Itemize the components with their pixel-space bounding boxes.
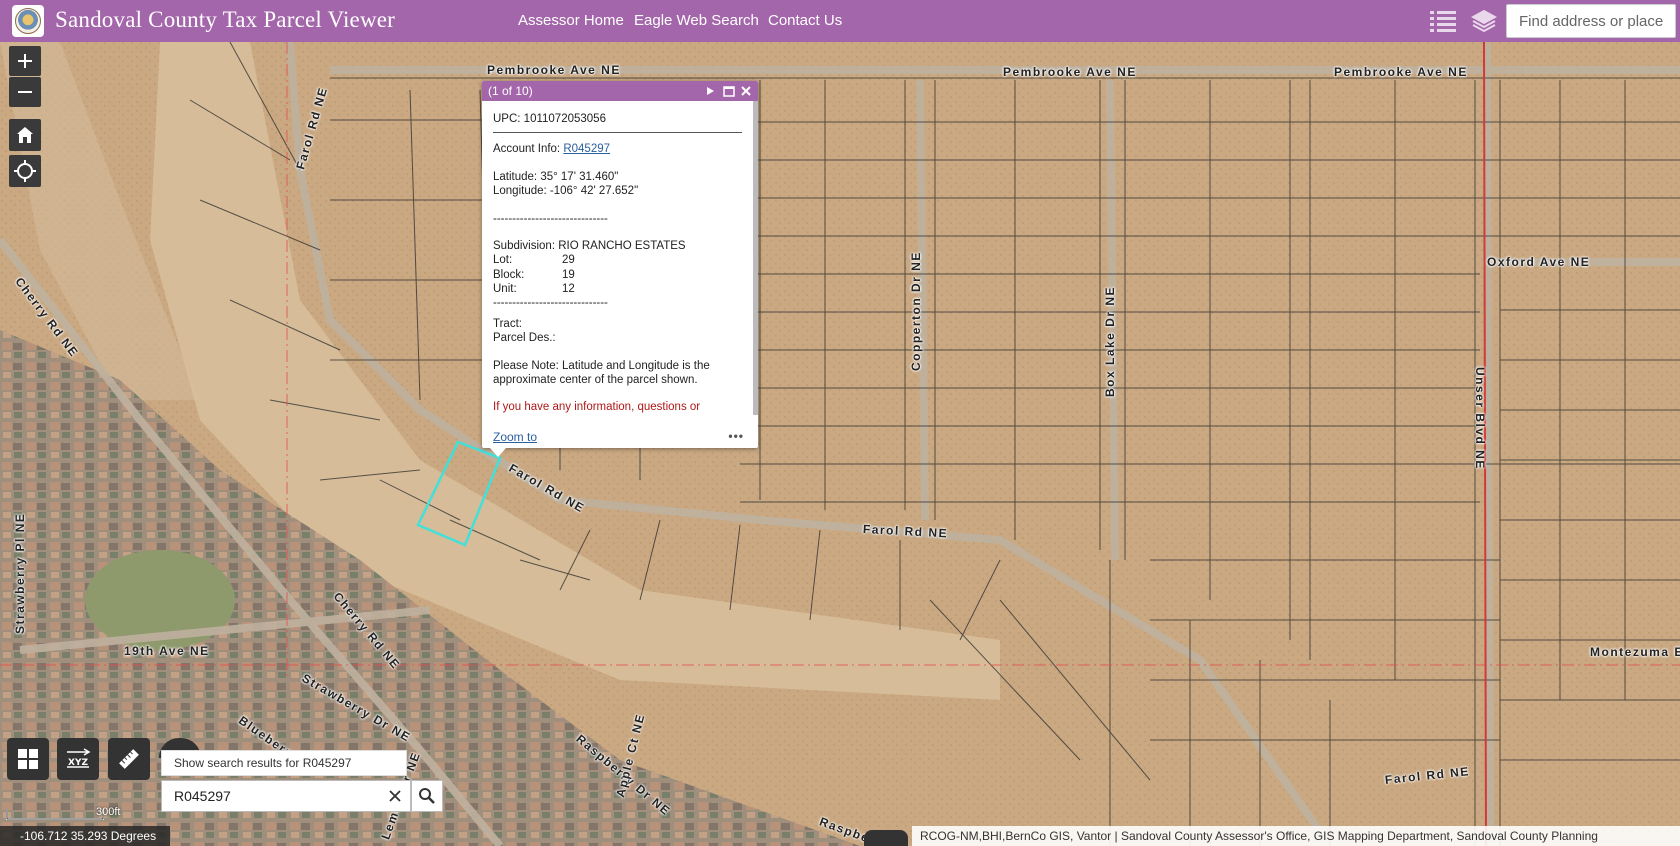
- scale-bar: [6, 809, 104, 820]
- map-view[interactable]: Pembrooke Ave NE Pembrooke Ave NE Pembro…: [0, 42, 1680, 846]
- road-label: Montezuma E: [1590, 645, 1680, 659]
- find-address-input[interactable]: [1506, 4, 1676, 38]
- divider: [493, 132, 742, 134]
- search-icon: [419, 788, 435, 804]
- subdivision-text: Subdivision: RIO RANCHO ESTATES: [493, 239, 686, 252]
- basemap-gallery-button[interactable]: [7, 738, 49, 780]
- minus-icon: [18, 91, 32, 93]
- next-feature-button[interactable]: [702, 83, 718, 99]
- search-button[interactable]: [411, 780, 443, 812]
- coordinate-button[interactable]: XYZ: [57, 738, 99, 780]
- block-value: 19: [562, 268, 575, 281]
- close-popup-button[interactable]: [738, 83, 754, 99]
- contact-note: If you have any information, questions o…: [493, 401, 701, 414]
- popup-pointer: [490, 448, 506, 457]
- longitude-text: Longitude: -106° 42' 27.652": [493, 185, 639, 198]
- county-seal-logo[interactable]: [12, 5, 44, 37]
- more-actions-button[interactable]: •••: [728, 429, 744, 443]
- road-label: Box Lake Dr NE: [1103, 285, 1117, 397]
- latitude-text: Latitude: 35° 17' 31.460": [493, 170, 619, 183]
- unit-row: Unit: 12: [493, 282, 742, 296]
- lot-row: Lot: 29: [493, 253, 742, 267]
- parcel-search-input[interactable]: [161, 780, 411, 812]
- dash-separator: ------------------------------: [493, 297, 608, 310]
- close-icon: [389, 790, 401, 802]
- app-header: Sandoval County Tax Parcel Viewer Assess…: [0, 0, 1680, 42]
- road-label: Strawberry Pl NE: [13, 512, 27, 634]
- popup-counter: (1 of 10): [488, 84, 533, 98]
- road-label: Unser Blvd NE: [1473, 367, 1487, 470]
- clear-search-button[interactable]: [383, 784, 407, 808]
- road-label: 19th Ave NE: [124, 644, 210, 658]
- scale-label: 300ft: [96, 806, 121, 818]
- zoom-in-button[interactable]: [9, 46, 41, 76]
- locate-button[interactable]: [9, 155, 41, 187]
- tract-label: Tract:: [493, 317, 522, 330]
- layers-icon[interactable]: [1469, 6, 1499, 36]
- zoom-out-button[interactable]: [9, 77, 41, 107]
- dash-separator: ------------------------------: [493, 212, 608, 225]
- unit-value: 12: [562, 283, 575, 295]
- popup-content: UPC: 1011072053056 Account Info: R045297…: [482, 101, 758, 415]
- nav-eagle-web-search[interactable]: Eagle Web Search: [634, 12, 759, 29]
- dock-button[interactable]: [721, 83, 737, 99]
- list-menu-icon[interactable]: [1428, 6, 1458, 36]
- road-label: Oxford Ave NE: [1487, 255, 1591, 269]
- road-label: Pembrooke Ave NE: [1003, 65, 1137, 79]
- map-attribution: RCOG-NM,BHI,BernCo GIS, Vantor | Sandova…: [912, 826, 1680, 846]
- parcel-popup: (1 of 10) UPC: 1011072053056 Account Inf…: [482, 81, 758, 448]
- account-info: Account Info: R045297: [493, 142, 742, 156]
- maximize-icon: [723, 85, 735, 97]
- home-icon: [17, 127, 33, 143]
- app-title: Sandoval County Tax Parcel Viewer: [55, 7, 396, 32]
- road-label: Pembrooke Ave NE: [1334, 65, 1468, 79]
- unit-label: Unit:: [493, 283, 517, 295]
- ruler-icon: [119, 749, 139, 769]
- attribution-toggle[interactable]: [864, 830, 908, 846]
- measure-button[interactable]: [108, 738, 150, 780]
- search-suggestion[interactable]: Show search results for R045297: [161, 750, 407, 776]
- parcel-des-label: Parcel Des.:: [493, 332, 556, 345]
- zoom-to-link[interactable]: Zoom to: [493, 430, 537, 444]
- lot-value: 29: [562, 254, 575, 267]
- lot-label: Lot:: [493, 254, 513, 267]
- popup-footer: Zoom to •••: [482, 426, 758, 448]
- close-icon: [741, 86, 751, 96]
- seal-icon: [15, 8, 41, 34]
- home-button[interactable]: [9, 119, 41, 151]
- nav-contact-us[interactable]: Contact Us: [768, 12, 842, 29]
- lat-long-note: Please Note: Latitude and Longitude is t…: [493, 359, 710, 386]
- popup-header: (1 of 10): [482, 81, 758, 101]
- grid-icon: [18, 749, 38, 769]
- xyz-icon: XYZ: [67, 748, 91, 768]
- block-row: Block: 19: [493, 268, 742, 282]
- account-label: Account Info:: [493, 143, 564, 156]
- upc-text: UPC: 1011072053056: [493, 113, 606, 125]
- plus-icon: [18, 54, 32, 68]
- play-icon: [707, 87, 714, 95]
- road-label: Pembrooke Ave NE: [487, 63, 621, 77]
- account-link[interactable]: R045297: [563, 143, 610, 155]
- locate-icon: [14, 160, 36, 182]
- road-label: Copperton Dr NE: [909, 251, 923, 371]
- nav-assessor-home[interactable]: Assessor Home: [518, 12, 624, 29]
- block-label: Block:: [493, 268, 525, 281]
- coordinates-readout: -106.712 35.293 Degrees: [0, 826, 170, 846]
